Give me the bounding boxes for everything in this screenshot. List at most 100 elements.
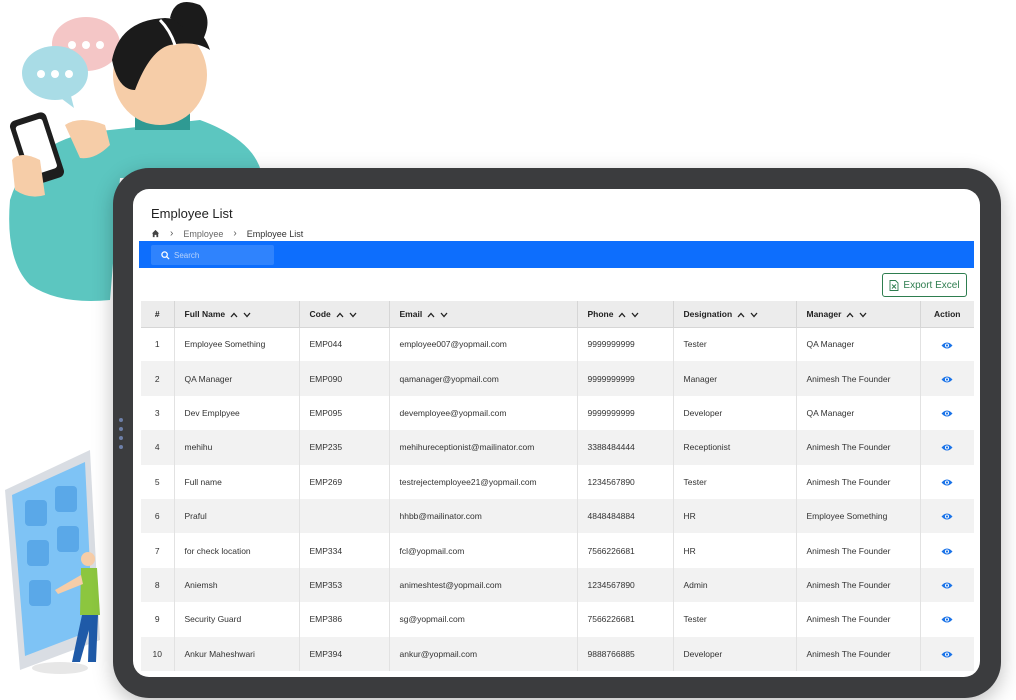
cell-code: EMP386 bbox=[299, 602, 390, 637]
cell-email: testrejectemployee21@yopmail.com bbox=[389, 464, 578, 499]
table-row[interactable]: 9 Security Guard EMP386 sg@yopmail.com 75662… bbox=[141, 602, 974, 637]
search-icon bbox=[161, 250, 170, 260]
chevron-down-icon[interactable] bbox=[859, 312, 867, 318]
cell-action bbox=[920, 361, 974, 396]
cell-action bbox=[920, 602, 974, 637]
cell-index: 9 bbox=[141, 602, 175, 637]
column-header-label: Manager bbox=[806, 308, 842, 319]
search-input[interactable] bbox=[174, 250, 269, 260]
cell-index: 6 bbox=[141, 498, 175, 534]
cell-code: EMP235 bbox=[299, 430, 390, 465]
table-row[interactable]: 4 mehihu EMP235 mehihureceptionist@mailinat… bbox=[141, 430, 974, 465]
cell-email: animeshtest@yopmail.com bbox=[389, 567, 578, 603]
chevron-down-icon[interactable] bbox=[440, 312, 448, 318]
column-header-phone[interactable]: Phone bbox=[577, 301, 674, 328]
cell-email: devemployee@yopmail.com bbox=[389, 395, 578, 431]
sort-controls bbox=[336, 312, 357, 318]
table-row[interactable]: 5 Full name EMP269 testrejectemployee21@yop… bbox=[141, 464, 974, 499]
cell-name: Dev Emplpyee bbox=[174, 395, 300, 431]
cell-designation: HR bbox=[673, 498, 797, 534]
tablet-camera-dots bbox=[119, 418, 125, 454]
eye-icon[interactable] bbox=[941, 650, 953, 659]
eye-icon[interactable] bbox=[941, 409, 953, 418]
cell-index: 4 bbox=[141, 430, 175, 465]
cell-code: EMP044 bbox=[299, 327, 390, 362]
home-icon[interactable] bbox=[151, 229, 160, 238]
cell-phone: 9888766885 bbox=[577, 636, 674, 671]
app-screen: Employee List › Employee › Employee List… bbox=[133, 189, 980, 677]
cell-manager: Animesh The Founder bbox=[796, 602, 921, 637]
table-row[interactable]: 10 Ankur Maheshwari EMP394 ankur@yopmail.co… bbox=[141, 636, 974, 671]
cell-action bbox=[920, 636, 974, 671]
cell-designation: HR bbox=[673, 533, 797, 568]
cell-phone: 7566226681 bbox=[577, 533, 674, 568]
chevron-up-icon[interactable] bbox=[336, 312, 344, 318]
cell-action bbox=[920, 464, 974, 499]
table-row[interactable]: 3 Dev Emplpyee EMP095 devemployee@yopmail.c… bbox=[141, 395, 974, 431]
cell-email: mehihureceptionist@mailinator.com bbox=[389, 430, 578, 465]
cell-designation: Developer bbox=[673, 395, 797, 431]
eye-icon[interactable] bbox=[941, 512, 953, 521]
eye-icon[interactable] bbox=[941, 581, 953, 590]
cell-name: Praful bbox=[174, 498, 300, 534]
column-header-full-name[interactable]: Full Name bbox=[174, 301, 300, 328]
cell-code: EMP334 bbox=[299, 533, 390, 568]
table-row[interactable]: 7 for check location EMP334 fcl@yopmail.com… bbox=[141, 533, 974, 568]
chevron-up-icon[interactable] bbox=[427, 312, 435, 318]
column-header-manager[interactable]: Manager bbox=[796, 301, 921, 328]
table-row[interactable]: 8 Aniemsh EMP353 animeshtest@yopmail.com 123… bbox=[141, 567, 974, 603]
eye-icon[interactable] bbox=[941, 615, 953, 624]
breadcrumb-item-employee[interactable]: Employee bbox=[183, 229, 223, 239]
search-toolbar bbox=[139, 241, 974, 268]
chevron-down-icon[interactable] bbox=[349, 312, 357, 318]
cell-email: qamanager@yopmail.com bbox=[389, 361, 578, 396]
chevron-up-icon[interactable] bbox=[846, 312, 854, 318]
breadcrumb: › Employee › Employee List bbox=[151, 228, 303, 239]
cell-name: mehihu bbox=[174, 430, 300, 465]
eye-icon[interactable] bbox=[941, 547, 953, 556]
column-header-label: # bbox=[154, 308, 160, 319]
column-header-code[interactable]: Code bbox=[299, 301, 390, 328]
column-header-email[interactable]: Email bbox=[389, 301, 578, 328]
table-row[interactable]: 1 Employee Something EMP044 employee007@yop… bbox=[141, 327, 974, 362]
cell-index: 1 bbox=[141, 327, 175, 362]
chevron-up-icon[interactable] bbox=[618, 312, 626, 318]
eye-icon[interactable] bbox=[941, 478, 953, 487]
cell-name: Aniemsh bbox=[174, 567, 300, 603]
cell-name: Employee Something bbox=[174, 327, 300, 362]
cell-manager: QA Manager bbox=[796, 395, 921, 431]
cell-code: EMP090 bbox=[299, 361, 390, 396]
eye-icon[interactable] bbox=[941, 375, 953, 384]
chevron-down-icon[interactable] bbox=[750, 312, 758, 318]
cell-manager: Animesh The Founder bbox=[796, 636, 921, 671]
cell-phone: 9999999999 bbox=[577, 395, 674, 431]
cell-phone: 9999999999 bbox=[577, 327, 674, 362]
table-row[interactable]: 2 QA Manager EMP090 qamanager@yopmail.com 99… bbox=[141, 361, 974, 396]
cell-index: 7 bbox=[141, 533, 175, 568]
chevron-down-icon[interactable] bbox=[243, 312, 251, 318]
sort-controls bbox=[737, 312, 758, 318]
cell-index: 10 bbox=[141, 636, 175, 671]
eye-icon[interactable] bbox=[941, 443, 953, 452]
column-header-designation[interactable]: Designation bbox=[673, 301, 797, 328]
chevron-right-icon: › bbox=[170, 228, 174, 239]
cell-email: ankur@yopmail.com bbox=[389, 636, 578, 671]
cell-designation: Manager bbox=[673, 361, 797, 396]
chevron-down-icon[interactable] bbox=[631, 312, 639, 318]
cell-name: Full name bbox=[174, 464, 300, 499]
eye-icon[interactable] bbox=[941, 341, 953, 350]
cell-designation: Admin bbox=[673, 567, 797, 603]
column-header-label: Designation bbox=[683, 308, 733, 319]
cell-manager: QA Manager bbox=[796, 327, 921, 362]
export-excel-button[interactable]: Export Excel bbox=[882, 273, 967, 297]
cell-phone: 3388484444 bbox=[577, 430, 674, 465]
chevron-up-icon[interactable] bbox=[230, 312, 238, 318]
search-box[interactable] bbox=[151, 245, 274, 265]
column-header-action: Action bbox=[920, 301, 974, 328]
export-excel-label: Export Excel bbox=[903, 279, 960, 291]
chevron-up-icon[interactable] bbox=[737, 312, 745, 318]
cell-email: hhbb@mailinator.com bbox=[389, 498, 578, 534]
table-row[interactable]: 6 Praful hhbb@mailinator.com 4848484884 HR Em… bbox=[141, 498, 974, 534]
column-header-label: Phone bbox=[587, 308, 614, 319]
cell-email: employee007@yopmail.com bbox=[389, 327, 578, 362]
